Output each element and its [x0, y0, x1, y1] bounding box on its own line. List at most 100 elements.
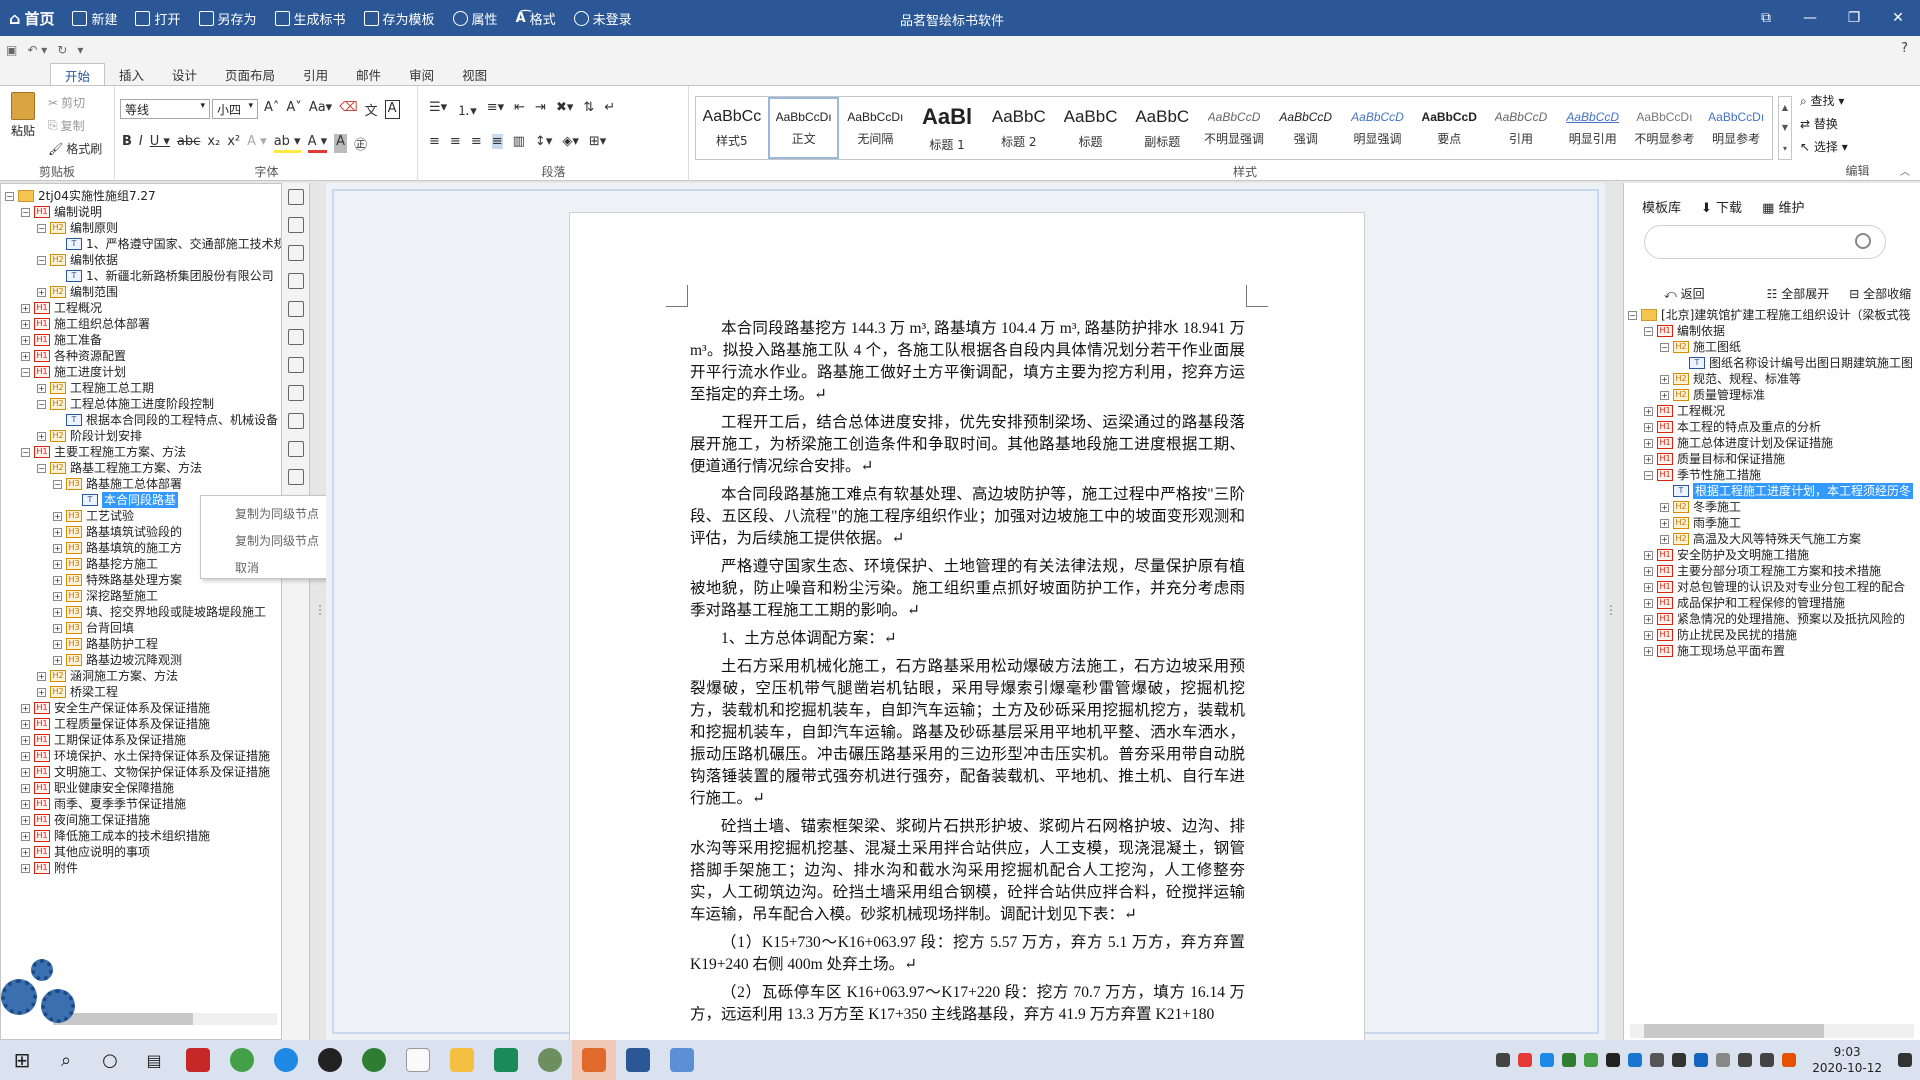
char-border-icon[interactable]: A [384, 100, 400, 119]
expand-icon[interactable]: + [53, 639, 62, 649]
tree-node[interactable]: − H1 主要工程施工方案、方法 [5, 444, 277, 460]
gear-icon[interactable] [31, 959, 53, 981]
tab-references[interactable]: 引用 [289, 63, 342, 85]
tree-node[interactable]: + H1 安全生产保证体系及保证措施 [5, 700, 277, 716]
move-up-icon[interactable] [287, 385, 304, 401]
chinese-layout-icon[interactable]: ✖▾ [556, 100, 573, 119]
char-shading-icon[interactable]: A [334, 134, 348, 153]
task-view-icon[interactable]: ▤ [132, 1040, 176, 1080]
tab-view[interactable]: 视图 [448, 63, 501, 85]
expand-icon[interactable]: + [1644, 598, 1653, 608]
expand-icon[interactable]: + [1644, 550, 1653, 560]
tray-icon[interactable] [1650, 1053, 1665, 1067]
expand-icon[interactable]: + [53, 607, 62, 617]
h1-tool-icon[interactable] [287, 189, 304, 205]
notification-icon[interactable] [1898, 1053, 1912, 1067]
tray-icon[interactable] [1584, 1053, 1599, 1067]
tree-node[interactable]: + H1 安全防护及文明施工措施 [1628, 547, 1920, 563]
template-search-input[interactable] [1644, 225, 1886, 259]
expand-icon[interactable]: + [21, 767, 30, 777]
expand-icon[interactable]: + [37, 431, 46, 441]
tray-icon[interactable] [1672, 1053, 1687, 1067]
expand-icon[interactable]: + [53, 543, 62, 553]
table-tool-icon[interactable] [287, 273, 304, 289]
tree-node[interactable]: + H2 编制范围 [5, 284, 277, 300]
right-splitter-handle[interactable]: ⋮ [1605, 603, 1617, 617]
expand-icon[interactable]: + [53, 575, 62, 585]
new-button[interactable]: 新建 [63, 0, 126, 36]
expand-icon[interactable]: + [21, 783, 30, 793]
tree-node[interactable]: − H2 路基工程施工方案、方法 [5, 460, 277, 476]
minimize-icon[interactable]: — [1788, 0, 1832, 36]
tree-node[interactable]: + H2 工程施工总工期 [5, 380, 277, 396]
maximize-icon[interactable]: ❐ [1832, 0, 1876, 36]
bluetooth-icon[interactable] [1628, 1053, 1643, 1067]
multilevel-list-icon[interactable]: ≡▾ [487, 100, 504, 119]
sort-icon[interactable]: ⇅ [583, 100, 594, 119]
collapse-icon[interactable]: − [21, 207, 30, 217]
properties-button[interactable]: 属性 [444, 0, 507, 36]
format-painter-button[interactable]: 🖌 格式刷 [48, 140, 102, 157]
expand-icon[interactable]: + [21, 719, 30, 729]
collapse-icon[interactable]: − [21, 447, 30, 457]
home-button[interactable]: ⌂ 首页 [0, 0, 63, 36]
tree-node[interactable]: + H3 路基边坡沉降观测 [5, 652, 277, 668]
enclose-char-icon[interactable]: ㊣ [354, 134, 367, 153]
collapse-icon[interactable]: − [1644, 470, 1653, 480]
tree-node[interactable]: + H1 工程概况 [1628, 403, 1920, 419]
expand-icon[interactable]: + [1644, 454, 1653, 464]
tree-node[interactable]: + H3 路基防护工程 [5, 636, 277, 652]
expand-icon[interactable]: + [21, 831, 30, 841]
expand-icon[interactable]: + [1660, 502, 1669, 512]
tree-node[interactable]: − H2 施工图纸 [1628, 339, 1920, 355]
tray-icon[interactable] [1496, 1053, 1511, 1067]
back-button[interactable]: ⤺ 返回 [1664, 285, 1705, 302]
windows-start-icon[interactable]: ⊞ [0, 1040, 44, 1080]
tree-node[interactable]: T 1、新疆北新路桥集团股份有限公司 [5, 268, 277, 284]
save-as-button[interactable]: 另存为 [190, 0, 266, 36]
search-icon[interactable] [1855, 233, 1871, 249]
tree-node[interactable]: + H1 施工准备 [5, 332, 277, 348]
select-button[interactable]: ↖ 选择 ▾ [1800, 138, 1848, 155]
network-icon[interactable] [1738, 1053, 1753, 1067]
bullets-icon[interactable]: ☰▾ [429, 100, 447, 119]
ime-icon[interactable] [1782, 1053, 1797, 1067]
paragraph[interactable]: 本合同段路基挖方 144.3 万 m³, 路基填方 104.4 万 m³, 路基… [690, 318, 1245, 406]
tree-node[interactable]: + H1 紧急情况的处理措施、预案以及抵抗风险的 [1628, 611, 1920, 627]
tree-node[interactable]: T 图纸名称设计编号出图日期建筑施工图 [1628, 355, 1920, 371]
tab-insert[interactable]: 插入 [105, 63, 158, 85]
tree-node[interactable]: + H1 防止扰民及民扰的措施 [1628, 627, 1920, 643]
tree-node[interactable]: + H3 台背回填 [5, 620, 277, 636]
bird-app-icon[interactable] [528, 1040, 572, 1080]
expand-icon[interactable]: + [21, 303, 30, 313]
document-body[interactable]: 本合同段路基挖方 144.3 万 m³, 路基填方 104.4 万 m³, 路基… [690, 318, 1245, 1032]
generate-bid-button[interactable]: 生成标书 [266, 0, 355, 36]
collapse-icon[interactable]: − [1660, 342, 1669, 352]
tree-node[interactable]: + H1 工期保证体系及保证措施 [5, 732, 277, 748]
expand-icon[interactable]: + [37, 287, 46, 297]
tray-icon[interactable] [1716, 1053, 1731, 1067]
collapse-icon[interactable]: − [1644, 326, 1653, 336]
tab-layout[interactable]: 页面布局 [211, 63, 289, 85]
tree-node[interactable]: − H2 编制原则 [5, 220, 277, 236]
paragraph[interactable]: （2）瓦砾停车区 K16+063.97～K17+220 段：挖方 70.7 万方… [690, 982, 1245, 1026]
expand-icon[interactable]: + [21, 815, 30, 825]
collapse-icon[interactable]: − [5, 191, 14, 201]
pinyin-icon[interactable]: 文 [365, 100, 378, 119]
tree-node[interactable]: + H1 雨季、夏季季节保证措施 [5, 796, 277, 812]
tab-design[interactable]: 设计 [158, 63, 211, 85]
customize-chevron-icon[interactable]: ▾ [77, 43, 83, 57]
download-button[interactable]: ⬇ 下载 [1701, 197, 1742, 216]
tree-node[interactable]: + H2 高温及大风等特殊天气施工方案 [1628, 531, 1920, 547]
collapse-icon[interactable]: − [21, 367, 30, 377]
tree-node[interactable]: + H1 成品保护和工程保修的管理措施 [1628, 595, 1920, 611]
expand-icon[interactable]: + [53, 655, 62, 665]
expand-icon[interactable]: + [21, 751, 30, 761]
tree-node[interactable]: T 根据工程施工进度计划，本工程须经历冬 [1628, 483, 1920, 499]
expand-icon[interactable]: + [53, 559, 62, 569]
paragraph[interactable]: 土石方采用机械化施工，石方路基采用松动爆破方法施工，石方边坡采用预裂爆破，空压机… [690, 656, 1245, 810]
paragraph[interactable]: 严格遵守国家生态、环境保护、土地管理的有关法律法规，尽量保护原有植被地貌，防止噪… [690, 556, 1245, 622]
image-tool-icon[interactable] [287, 301, 304, 317]
word-app-icon[interactable] [616, 1040, 660, 1080]
pinming-app-icon[interactable] [484, 1040, 528, 1080]
